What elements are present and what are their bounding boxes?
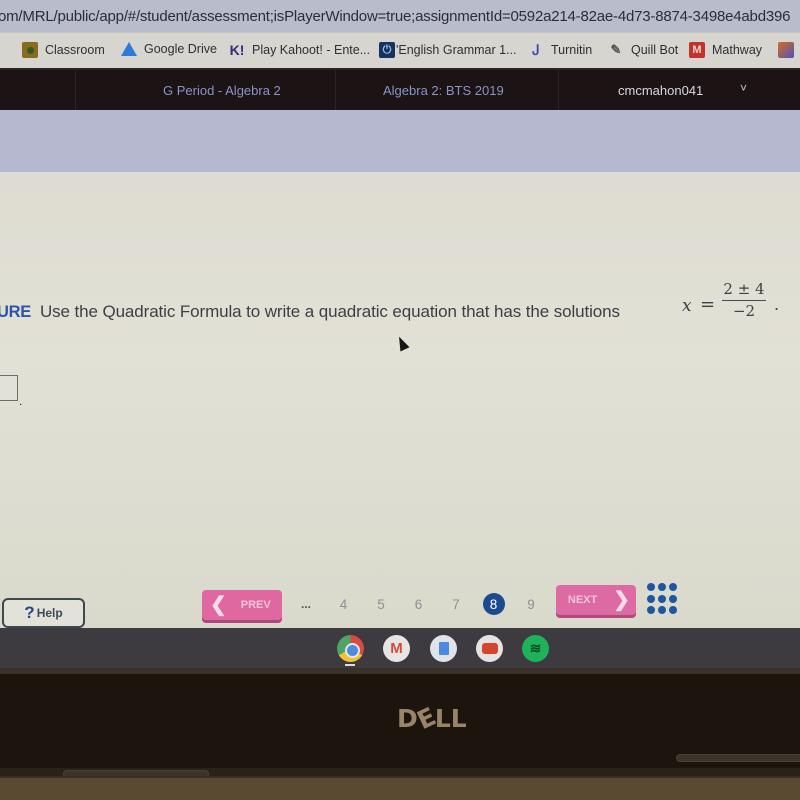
math-equals: = xyxy=(700,294,716,315)
question-pager: ... 4 5 6 7 8 9 xyxy=(295,593,558,615)
pager-item[interactable]: 7 xyxy=(445,593,467,615)
dell-logo: DELL xyxy=(397,702,467,736)
bookmark-label: Mathway xyxy=(712,43,763,57)
laptop-bezel: DELL xyxy=(0,668,800,778)
question-grid-icon[interactable] xyxy=(647,583,679,615)
pager-item[interactable]: 4 xyxy=(333,593,355,615)
speaker-grille xyxy=(676,754,800,762)
grid-dot xyxy=(658,606,666,615)
fraction-denominator: −2 xyxy=(732,302,756,320)
quill-icon: ✎ xyxy=(610,42,622,57)
pager-item[interactable]: 9 xyxy=(520,593,542,615)
grid-dot xyxy=(669,606,677,615)
bookmark-label: Classroom xyxy=(45,43,105,57)
grid-dot xyxy=(658,583,666,591)
class-name[interactable]: G Period - Algebra 2 xyxy=(163,83,281,98)
pager-item[interactable]: 6 xyxy=(408,593,430,615)
pager-item[interactable]: 5 xyxy=(370,593,392,615)
question-prompt: URE Use the Quadratic Formula to write a… xyxy=(0,292,620,332)
google-classroom-icon xyxy=(22,42,38,58)
bookmarks-bar: Classroom Google Drive K! Play Kahoot! -… xyxy=(0,32,800,68)
bookmark-label: Google Drive xyxy=(144,42,217,56)
fraction: 2 ± 4 −2 xyxy=(722,280,766,321)
bookmark-kahoot[interactable]: K! Play Kahoot! - Ente... xyxy=(229,42,371,58)
answer-period: . xyxy=(19,394,23,408)
fraction-bar xyxy=(722,300,766,301)
active-app-indicator xyxy=(345,664,355,666)
chrome-icon[interactable] xyxy=(337,635,364,662)
english-grammar-icon: ⏻ xyxy=(379,42,395,58)
grid-dot xyxy=(647,583,655,591)
chevron-right-icon: ❯ xyxy=(613,589,630,611)
mouse-cursor-icon xyxy=(394,334,410,352)
turnitin-icon: Ꭻ xyxy=(532,41,540,58)
math-period: . xyxy=(774,295,780,314)
bookmark-classroom[interactable]: Classroom xyxy=(22,42,105,58)
question-tag: URE xyxy=(0,302,31,321)
question-mark-icon: ? xyxy=(24,603,35,622)
os-shelf: M ≋ xyxy=(0,628,800,668)
grid-dot xyxy=(669,594,677,603)
header-divider xyxy=(75,70,76,110)
question-content: URE Use the Quadratic Formula to write a… xyxy=(0,172,800,628)
laptop-deck xyxy=(0,776,800,800)
help-button[interactable]: ? Help xyxy=(2,598,85,628)
grid-dot xyxy=(647,606,655,615)
chevron-down-icon[interactable]: ˅ xyxy=(740,81,747,95)
help-label: Help xyxy=(36,606,63,620)
pager-item-current[interactable]: 8 xyxy=(482,593,505,615)
prev-button[interactable]: ❮ PREV xyxy=(202,590,282,620)
chevron-left-icon: ❮ xyxy=(210,594,227,616)
next-button[interactable]: NEXT ❯ xyxy=(556,585,636,615)
screen-photo: om/MRL/public/app/#/student/assessment;i… xyxy=(0,0,800,800)
header-divider xyxy=(558,70,559,110)
google-drive-icon xyxy=(121,42,137,56)
grid-dot xyxy=(658,594,666,603)
prev-label: PREV xyxy=(240,599,271,611)
extension-icon xyxy=(778,42,794,58)
bookmark-quillbot[interactable]: ✎ Quill Bot xyxy=(608,42,679,58)
header-divider xyxy=(335,70,336,110)
mathway-icon: M xyxy=(689,42,705,58)
bookmark-turnitin[interactable]: Ꭻ Turnitin xyxy=(528,42,592,58)
bookmark-label: Quill Bot xyxy=(631,43,679,57)
app-header: G Period - Algebra 2 Algebra 2: BTS 2019… xyxy=(0,68,800,110)
bookmark-mathway[interactable]: M Mathway xyxy=(689,42,762,58)
grid-dot xyxy=(647,594,655,603)
answer-input[interactable] xyxy=(0,375,18,401)
math-variable: x xyxy=(682,296,692,316)
bookmark-label: Turnitin xyxy=(551,43,593,57)
bookmark-google-drive[interactable]: Google Drive xyxy=(121,42,217,56)
bookmark-extension[interactable] xyxy=(778,42,800,58)
assignment-name[interactable]: Algebra 2: BTS 2019 xyxy=(383,83,504,98)
next-label: NEXT xyxy=(567,594,598,606)
username[interactable]: cmcmahon041 xyxy=(618,83,703,98)
question-header-band xyxy=(0,110,800,172)
bookmark-label: 'English Grammar 1... xyxy=(396,43,517,57)
bookmark-label: Play Kahoot! - Ente... xyxy=(252,43,371,57)
gmail-icon[interactable]: M xyxy=(383,635,410,662)
kahoot-icon: K! xyxy=(229,42,245,58)
question-text: Use the Quadratic Formula to write a qua… xyxy=(39,302,620,321)
pager-ellipsis[interactable]: ... xyxy=(295,593,317,615)
grid-dot xyxy=(669,583,677,591)
logo-letter: LL xyxy=(434,704,467,733)
fraction-numerator: 2 ± 4 xyxy=(723,280,765,298)
youtube-icon[interactable] xyxy=(476,635,503,662)
bookmark-english-grammar[interactable]: ⏻ 'English Grammar 1... xyxy=(379,42,516,58)
url-text[interactable]: om/MRL/public/app/#/student/assessment;i… xyxy=(0,8,790,25)
address-bar[interactable]: om/MRL/public/app/#/student/assessment;i… xyxy=(0,0,800,32)
google-docs-icon[interactable] xyxy=(430,635,457,662)
spotify-icon[interactable]: ≋ xyxy=(522,635,549,662)
